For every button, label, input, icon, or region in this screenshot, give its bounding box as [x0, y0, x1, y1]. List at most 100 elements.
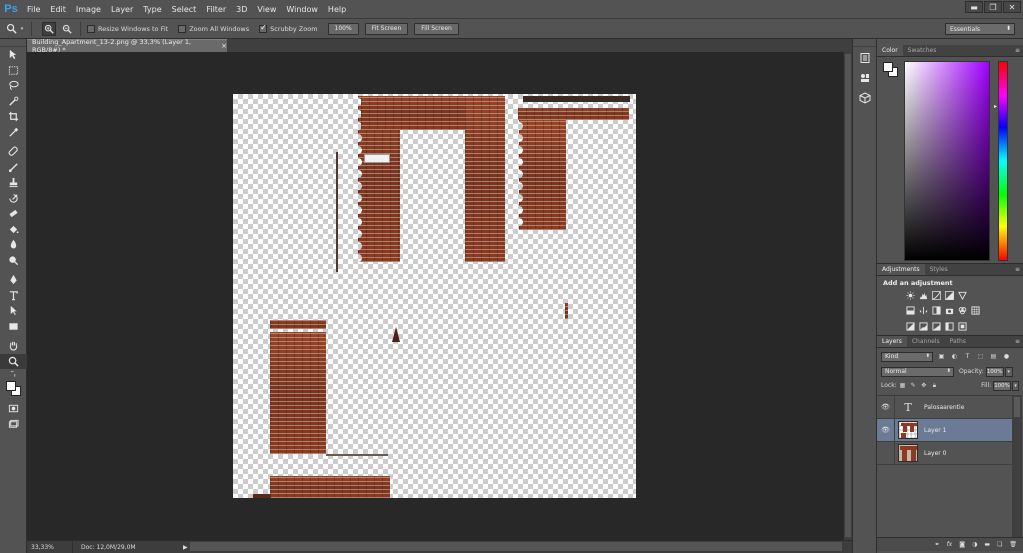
menu-edit[interactable]: Edit: [45, 5, 71, 14]
filter-pixel-icon[interactable]: ▣: [937, 352, 946, 361]
color-lookup-icon[interactable]: [970, 305, 980, 315]
quick-selection-tool-icon[interactable]: [0, 94, 27, 110]
workspace-select[interactable]: Essentials ⬍: [945, 23, 1015, 35]
threshold-icon[interactable]: [931, 321, 941, 331]
lock-all-icon[interactable]: 🔒︎: [931, 381, 939, 390]
layer-row-selected[interactable]: 👁︎ Layer 1: [877, 418, 1012, 442]
history-brush-tool-icon[interactable]: [0, 191, 27, 207]
history-panel-icon[interactable]: [853, 49, 876, 67]
healing-brush-tool-icon[interactable]: [0, 144, 27, 160]
eraser-tool-icon[interactable]: [0, 206, 27, 222]
tab-adjustments[interactable]: Adjustments: [877, 264, 925, 275]
lock-image-icon[interactable]: ✎: [909, 381, 917, 390]
panel-menu-icon[interactable]: ≡: [1015, 266, 1020, 273]
menu-view[interactable]: View: [252, 5, 281, 14]
canvas-horizontal-scrollbar[interactable]: [190, 542, 842, 551]
scrubby-zoom-checkbox[interactable]: Scrubby Zoom: [259, 23, 318, 33]
scroll-thumb[interactable]: [1014, 397, 1020, 417]
clone-stamp-tool-icon[interactable]: [0, 175, 27, 191]
menu-filter[interactable]: Filter: [201, 5, 231, 14]
gradient-map-icon[interactable]: [944, 321, 954, 331]
tab-swatches[interactable]: Swatches: [903, 45, 942, 56]
hue-slider[interactable]: [998, 61, 1008, 261]
menu-help[interactable]: Help: [323, 5, 351, 14]
document-tab[interactable]: Building_Apartment_13-2.png @ 33,3% (Lay…: [27, 38, 227, 54]
hand-tool-icon[interactable]: [0, 338, 27, 354]
tab-paths[interactable]: Paths: [945, 336, 971, 347]
screen-mode-icon[interactable]: [0, 417, 27, 433]
zoom-tool-preset-icon[interactable]: [4, 22, 18, 36]
close-button[interactable]: ✕: [1003, 1, 1021, 13]
preset-dropdown-icon[interactable]: ▾: [19, 22, 25, 36]
maximize-button[interactable]: ❐: [984, 1, 1002, 13]
posterize-icon[interactable]: [918, 321, 928, 331]
rectangle-tool-icon[interactable]: [0, 319, 27, 335]
filter-shape-icon[interactable]: ⬚: [976, 352, 985, 361]
filter-smart-object-icon[interactable]: ▤: [989, 352, 998, 361]
link-layers-icon[interactable]: ⚭: [935, 541, 940, 548]
filter-adjustment-icon[interactable]: ◐: [950, 352, 959, 361]
delete-layer-icon[interactable]: 🗑︎: [1009, 541, 1017, 548]
zoom-level[interactable]: 33,33%: [27, 540, 73, 553]
checkbox-box-checked[interactable]: [259, 23, 268, 33]
canvas-vertical-scrollbar[interactable]: [843, 52, 852, 540]
vibrance-icon[interactable]: [957, 290, 967, 300]
menu-3d[interactable]: 3D: [231, 5, 252, 14]
checkbox-box[interactable]: [178, 24, 187, 33]
eye-icon[interactable]: 👁︎: [877, 418, 895, 442]
pen-tool-icon[interactable]: [0, 272, 27, 288]
3d-panel-icon[interactable]: [853, 89, 876, 107]
layers-scrollbar[interactable]: [1012, 395, 1022, 541]
eye-icon[interactable]: 👁︎: [877, 395, 895, 419]
fill-input[interactable]: 100%: [993, 380, 1011, 391]
document-canvas[interactable]: [233, 94, 636, 498]
layer-row[interactable]: 👁︎ Layer 0: [877, 441, 1012, 465]
brightness-icon[interactable]: [905, 290, 915, 300]
properties-panel-icon[interactable]: [853, 69, 876, 87]
quick-mask-icon[interactable]: [0, 401, 27, 417]
photo-filter-icon[interactable]: [944, 305, 954, 315]
lasso-tool-icon[interactable]: [0, 78, 27, 94]
layer-row[interactable]: 👁︎ T Palosaarentie: [877, 395, 1012, 419]
exposure-icon[interactable]: [944, 290, 954, 300]
filter-kind-select[interactable]: Kind ⬍: [881, 351, 933, 362]
panel-menu-icon[interactable]: ≡: [1015, 338, 1020, 345]
opacity-dropdown-icon[interactable]: ▾: [1004, 366, 1013, 377]
blur-tool-icon[interactable]: [0, 237, 27, 253]
filter-type-icon[interactable]: T: [963, 352, 972, 361]
scroll-thumb[interactable]: [845, 54, 851, 537]
lock-transparent-icon[interactable]: ▦: [899, 381, 907, 390]
color-swatches[interactable]: [0, 379, 27, 401]
menu-type[interactable]: Type: [138, 5, 166, 14]
levels-icon[interactable]: [918, 290, 928, 300]
black-white-icon[interactable]: [931, 305, 941, 315]
tab-layers[interactable]: Layers: [877, 336, 907, 347]
canvas-area[interactable]: [27, 52, 843, 540]
curves-icon[interactable]: [931, 290, 941, 300]
fill-dropdown-icon[interactable]: ▾: [1011, 380, 1019, 391]
layer-name[interactable]: Palosaarentie: [924, 404, 964, 411]
menu-layer[interactable]: Layer: [106, 5, 138, 14]
type-tool-icon[interactable]: [0, 288, 27, 304]
tab-color[interactable]: Color: [877, 45, 903, 56]
menu-image[interactable]: Image: [71, 5, 106, 14]
marquee-tool-icon[interactable]: [0, 63, 27, 79]
crop-tool-icon[interactable]: [0, 109, 27, 125]
zoom-all-checkbox[interactable]: Zoom All Windows: [178, 24, 249, 33]
zoom-out-icon[interactable]: [60, 22, 74, 36]
foreground-color[interactable]: [6, 381, 16, 391]
panel-grip[interactable]: [853, 39, 876, 47]
menu-select[interactable]: Select: [167, 5, 202, 14]
new-group-icon[interactable]: ▬: [984, 541, 990, 548]
hue-slider-arrow-icon[interactable]: ▸: [994, 103, 997, 110]
paint-bucket-tool-icon[interactable]: [0, 222, 27, 238]
color-picker-field[interactable]: [904, 61, 990, 261]
menu-file[interactable]: File: [22, 5, 45, 14]
filter-toggle-icon[interactable]: ●: [1002, 352, 1011, 361]
tab-styles[interactable]: Styles: [925, 264, 953, 275]
foreground-color[interactable]: [883, 62, 893, 72]
opacity-input[interactable]: 100%: [985, 366, 1004, 377]
zoom-100-button[interactable]: 100%: [327, 22, 359, 35]
panel-menu-icon[interactable]: ≡: [1015, 47, 1020, 54]
swap-colors-icon[interactable]: [0, 369, 27, 379]
